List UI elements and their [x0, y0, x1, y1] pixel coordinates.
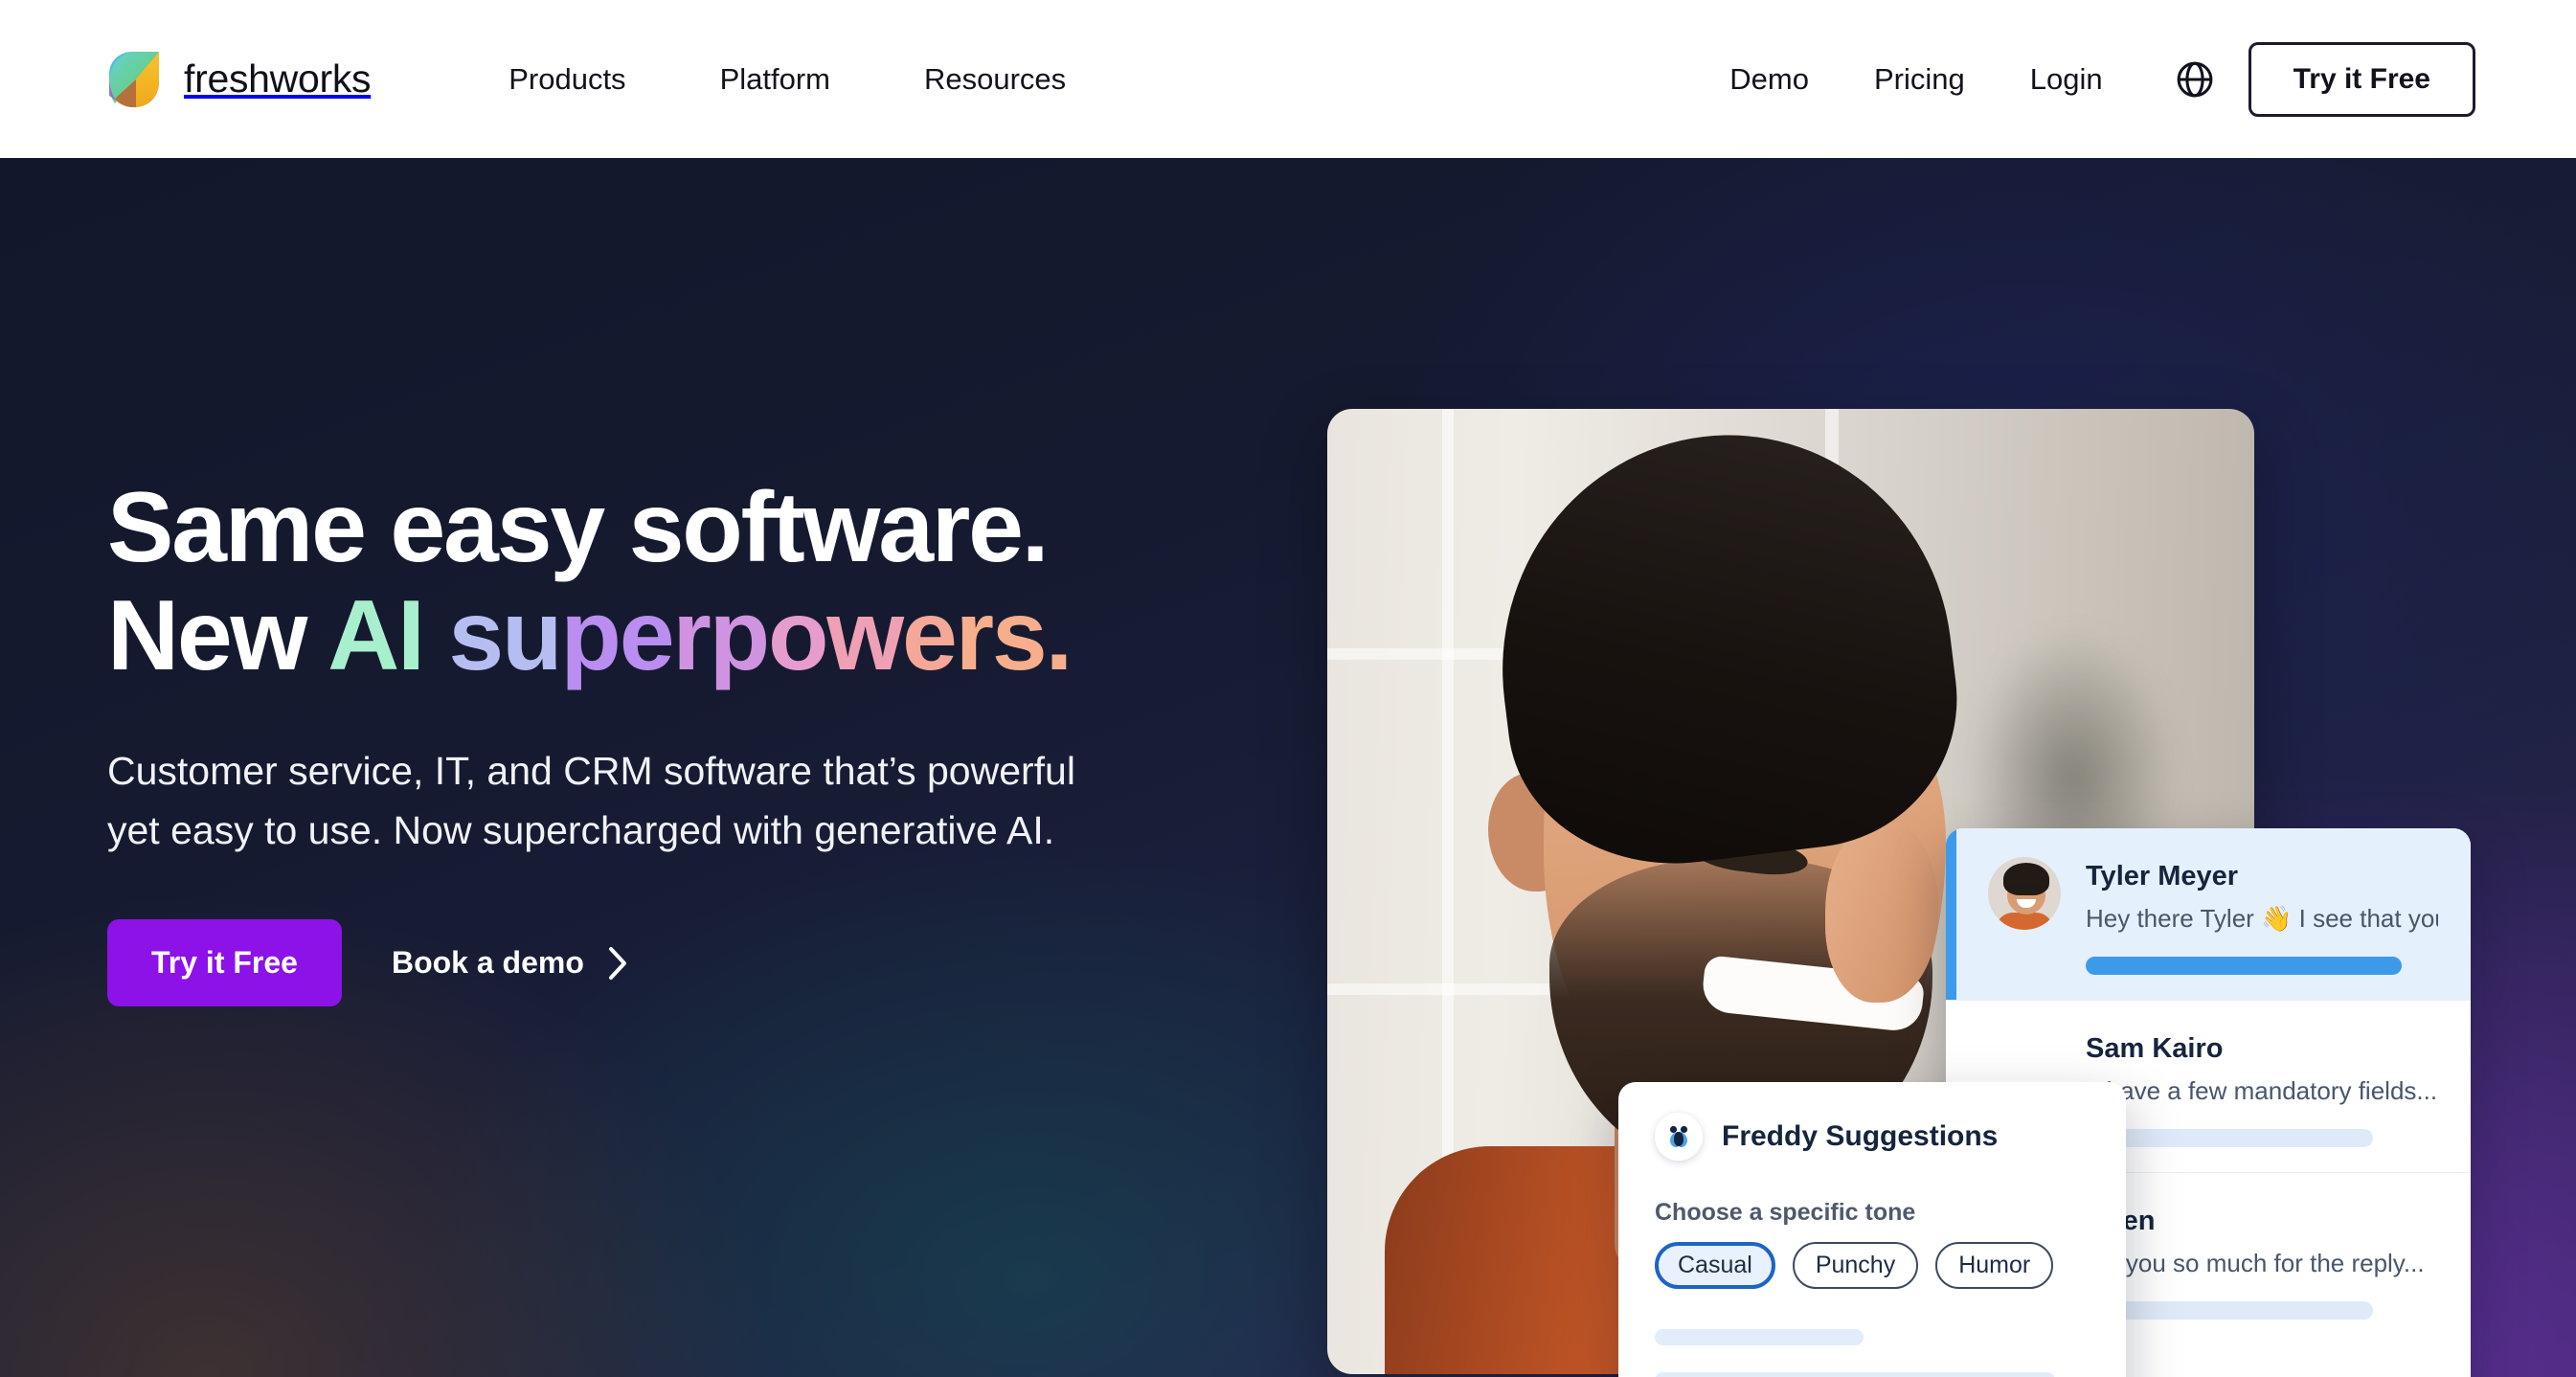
conversation-preview-text: ...k you so much for the reply... — [2086, 1249, 2425, 1278]
nav-item-demo[interactable]: Demo — [1697, 62, 1842, 97]
headline-glyph-period: . — [1045, 580, 1073, 692]
tone-chip-group: Casual Punchy Humor — [1655, 1242, 2091, 1289]
headline-word-ai: AI — [328, 580, 425, 692]
hero-cta-row: Try it Free Book a demo — [107, 919, 1256, 1007]
conversation-preview-text: Hey there Tyler 👋 I see that you... — [2086, 904, 2438, 934]
secondary-nav: Demo Pricing Login Try it Free — [1697, 41, 2475, 117]
headline-glyph-e2: e — [901, 580, 958, 692]
conversation-progress-bar — [2086, 957, 2402, 976]
avatar — [1988, 857, 2061, 930]
headline-glyph-r: r — [672, 580, 711, 692]
conversation-progress-bar — [2086, 1129, 2373, 1148]
conversation-progress-bar — [2086, 1301, 2373, 1321]
headline-glyph-u: u — [502, 580, 563, 692]
brand-name-text: freshworks — [184, 56, 372, 101]
nav-item-products[interactable]: Products — [462, 62, 672, 97]
headline-glyph-p2: p — [709, 580, 771, 692]
headline-line-1: Same easy software. — [107, 472, 1050, 583]
hero-copy-block: Same easy software. New AI superpowers. … — [107, 472, 1256, 1007]
freddy-suggestions-card: Freddy Suggestions Choose a specific ton… — [1618, 1082, 2126, 1377]
conversation-sender-name: Chen — [2086, 1204, 2438, 1238]
skeleton-line — [1655, 1329, 1864, 1345]
nav-item-pricing[interactable]: Pricing — [1842, 62, 1998, 97]
try-it-free-button-header[interactable]: Try it Free — [2248, 41, 2475, 117]
nav-item-platform[interactable]: Platform — [673, 62, 877, 97]
book-a-demo-label: Book a demo — [391, 945, 584, 981]
headline-line-2-prefix: New — [107, 580, 328, 692]
headline-glyph-o: o — [767, 580, 829, 692]
page-title: Same easy software. New AI superpowers. — [107, 472, 1256, 692]
headline-glyph-p: p — [560, 580, 621, 692]
freddy-card-title: Freddy Suggestions — [1722, 1120, 1999, 1152]
tone-chip-casual[interactable]: Casual — [1655, 1242, 1775, 1289]
hero-subtext: Customer service, IT, and CRM software t… — [107, 748, 1075, 853]
brand-logo-link[interactable]: freshworks — [105, 50, 372, 109]
headline-glyph-e: e — [619, 580, 675, 692]
freshworks-leaf-logo-icon — [105, 50, 163, 109]
chevron-right-icon — [607, 945, 628, 982]
book-a-demo-link[interactable]: Book a demo — [392, 945, 628, 982]
conversation-sender-name: Tyler Meyer — [2086, 861, 2239, 892]
headline-glyph-w: w — [826, 580, 904, 692]
headline-glyph-s: s — [448, 580, 504, 692]
globe-icon[interactable] — [2174, 58, 2216, 101]
nav-item-resources[interactable]: Resources — [877, 62, 1113, 97]
try-it-free-button-hero[interactable]: Try it Free — [107, 919, 342, 1007]
hero-section: Same easy software. New AI superpowers. … — [0, 158, 2576, 1377]
conversation-preview-text: ...have a few mandatory fields... — [2086, 1076, 2438, 1106]
skeleton-line — [1655, 1372, 2055, 1377]
tone-selector-label: Choose a specific tone — [1655, 1199, 1916, 1226]
freddy-ai-icon — [1655, 1113, 1703, 1161]
headline-glyph-s2: s — [991, 580, 1048, 692]
primary-nav: Products Platform Resources — [462, 62, 1113, 97]
nav-item-login[interactable]: Login — [1998, 62, 2135, 97]
headline-glyph-r2: r — [955, 580, 994, 692]
conversation-row-tyler-meyer[interactable]: Tyler Meyer Hey there Tyler 👋 I see that… — [1946, 828, 2471, 1001]
tone-chip-punchy[interactable]: Punchy — [1792, 1242, 1919, 1289]
conversation-sender-name: Sam Kairo — [2086, 1033, 2224, 1065]
tone-chip-humor[interactable]: Humor — [1935, 1242, 2054, 1289]
headline-space — [423, 580, 449, 691]
top-navigation-bar: freshworks Products Platform Resources D… — [0, 0, 2576, 158]
freddy-card-header: Freddy Suggestions — [1655, 1113, 2091, 1161]
